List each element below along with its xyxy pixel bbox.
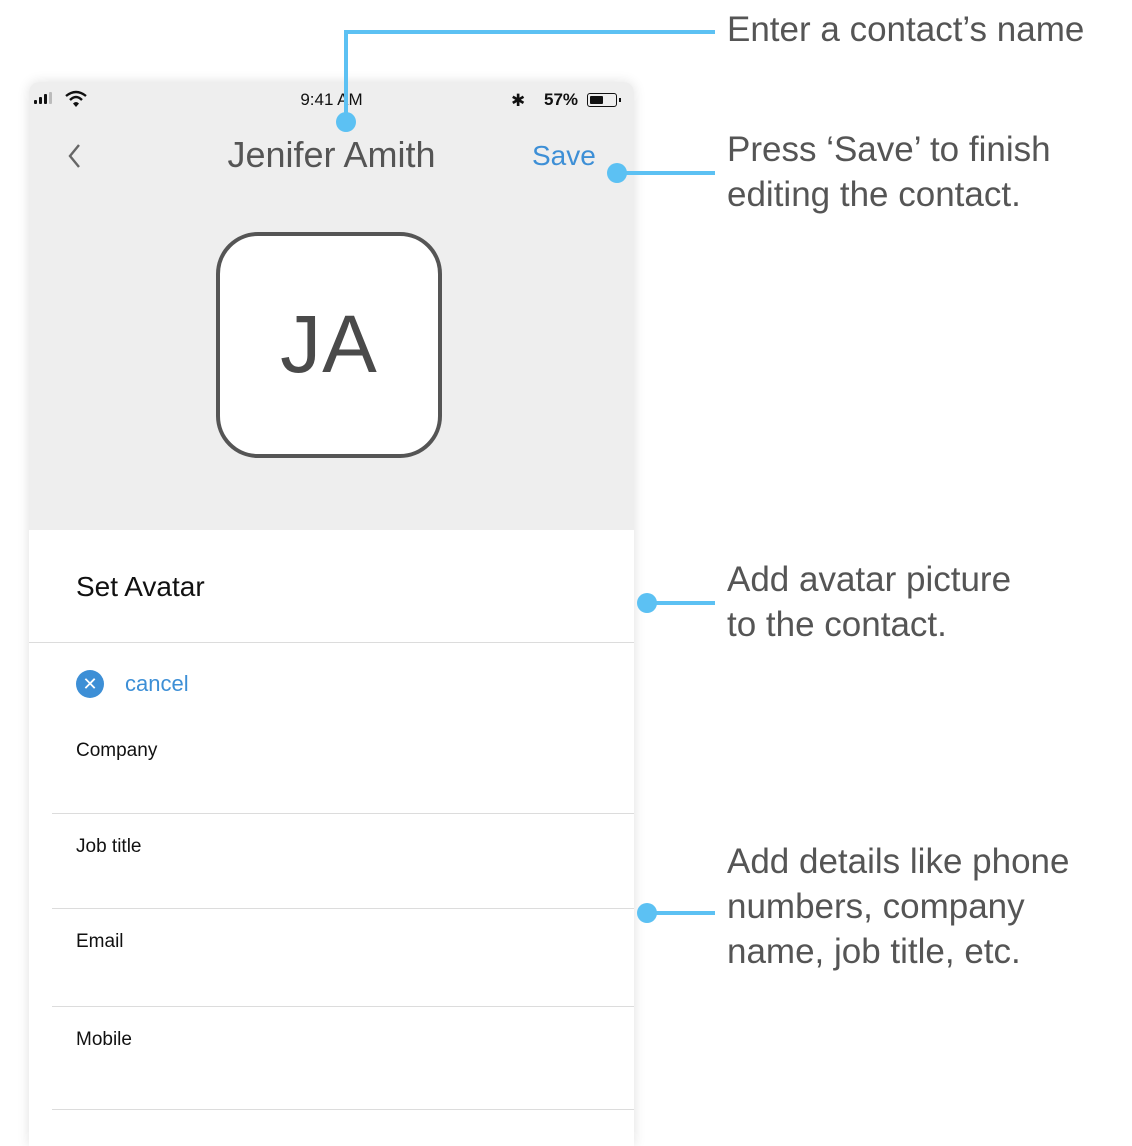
- callout-name: Enter a contact’s name: [727, 7, 1084, 52]
- callout-avatar-line2: to the contact.: [727, 605, 947, 644]
- callout-avatar-line1: Add avatar picture: [727, 560, 1012, 599]
- callout-dot-details: [637, 903, 657, 923]
- callout-save-line1: Press ‘Save’ to finish: [727, 130, 1051, 169]
- callout-dot-avatar: [637, 593, 657, 613]
- callout-dot-name: [336, 112, 356, 132]
- callout-details-line2: numbers, company: [727, 887, 1025, 926]
- callout-details: Add details like phone numbers, company …: [727, 839, 1069, 974]
- callout-save-line2: editing the contact.: [727, 175, 1021, 214]
- callout-name-line1: Enter a contact’s name: [727, 10, 1085, 49]
- callout-avatar: Add avatar picture to the contact.: [727, 557, 1011, 647]
- callout-details-line1: Add details like phone: [727, 842, 1070, 881]
- callout-line-name: [344, 30, 715, 122]
- callout-details-line3: name, job title, etc.: [727, 932, 1021, 971]
- callout-save: Press ‘Save’ to finish editing the conta…: [727, 127, 1051, 217]
- callout-dot-save: [607, 163, 627, 183]
